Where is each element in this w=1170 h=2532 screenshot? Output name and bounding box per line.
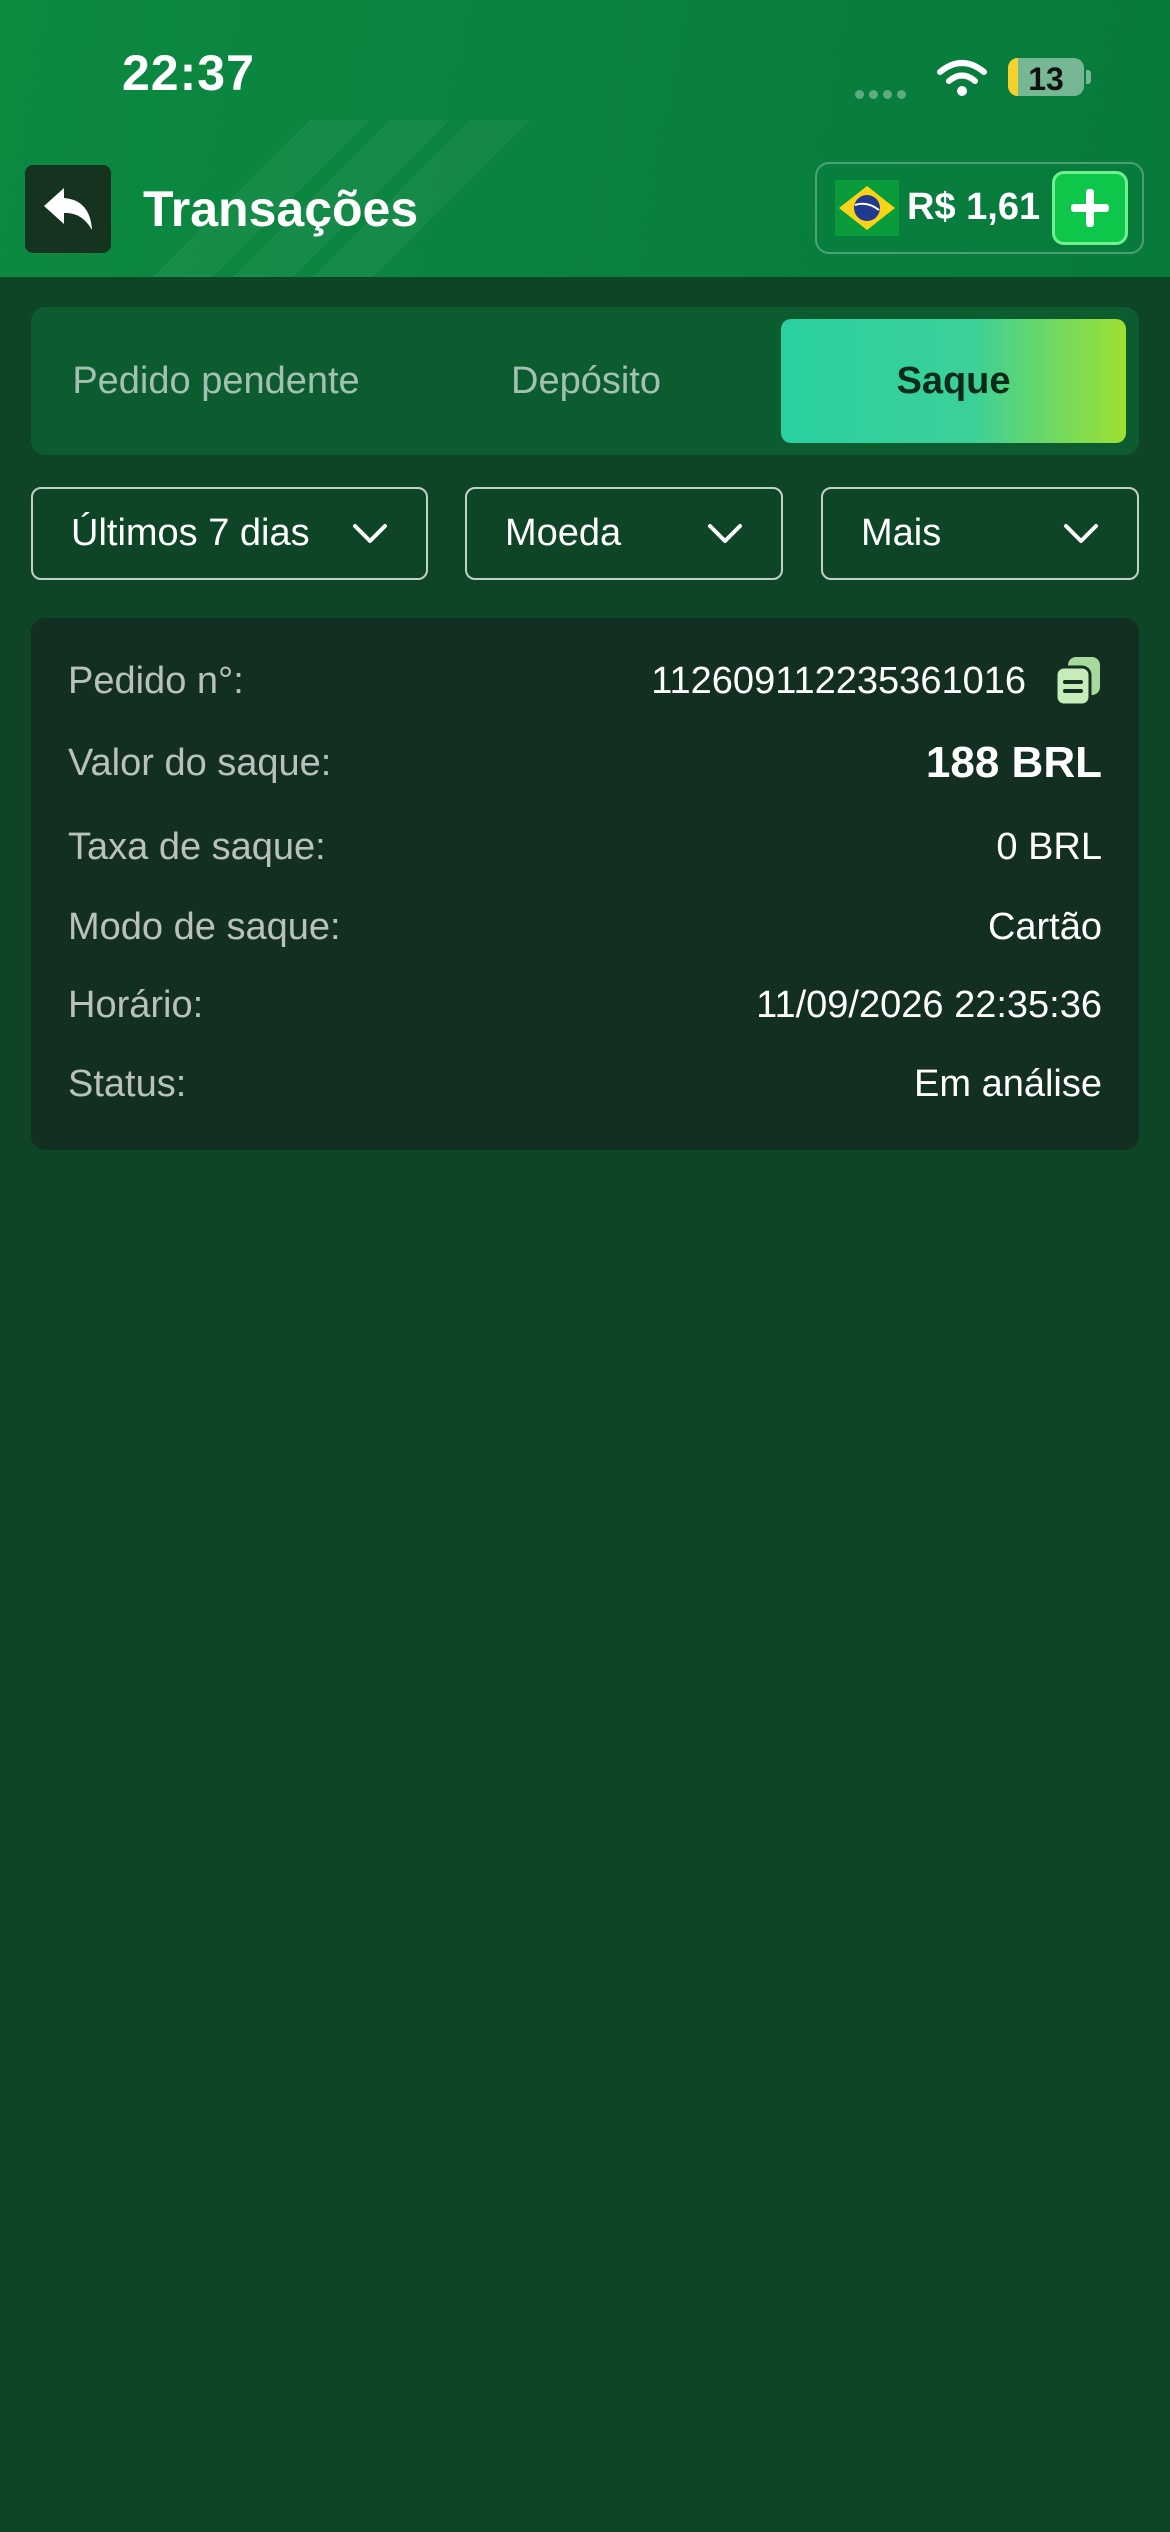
order-number-row: Pedido n°: 112609112235361016 [68,651,1102,711]
withdrawal-mode-row: Modo de saque: Cartão [68,897,1102,957]
chevron-down-icon [353,523,387,543]
chevron-down-icon [1064,523,1098,543]
tab-deposit[interactable]: Depósito [401,319,771,443]
more-filter-dropdown[interactable]: Mais [821,487,1139,580]
status-label: Status: [68,1062,187,1105]
plus-icon [1071,189,1109,227]
tab-pending-orders[interactable]: Pedido pendente [31,319,401,443]
wifi-icon [937,60,987,96]
order-number-value: 112609112235361016 [651,655,1102,707]
transaction-type-tabs: Pedido pendente Depósito Saque [31,307,1139,455]
page-title: Transações [143,181,419,237]
battery-tip [1086,70,1091,84]
cellular-signal-icon [855,86,915,99]
tab-withdrawal[interactable]: Saque [781,319,1126,443]
chevron-down-icon [708,523,742,543]
period-filter-dropdown[interactable]: Últimos 7 dias [31,487,428,580]
currency-filter-dropdown[interactable]: Moeda [465,487,783,580]
withdrawal-fee-row: Taxa de saque: 0 BRL [68,817,1102,877]
more-filter-label: Mais [861,512,942,554]
time-row: Horário: 11/09/2026 22:35:36 [68,975,1102,1035]
status-row: Status: Em análise [68,1054,1102,1114]
app-header: 22:37 13 Transações R$ 1,61 [0,0,1170,277]
withdrawal-amount-label: Valor do saque: [68,741,332,784]
withdrawal-mode-label: Modo de saque: [68,905,341,948]
order-number-text: 112609112235361016 [651,659,1026,702]
deposit-add-button[interactable] [1052,171,1128,245]
status-value: Em análise [914,1062,1102,1105]
brazil-flag-icon [835,180,899,236]
period-filter-label: Últimos 7 dias [71,512,310,554]
balance-amount: R$ 1,61 [907,186,1041,228]
status-time: 22:37 [122,45,255,101]
order-number-label: Pedido n°: [68,659,244,702]
back-arrow-icon [44,188,92,230]
battery-level: 13 [1028,61,1064,96]
withdrawal-amount-value: 188 BRL [925,738,1102,787]
time-label: Horário: [68,983,204,1026]
transaction-card: Pedido n°: 112609112235361016 Valor do s… [31,618,1139,1150]
currency-filter-label: Moeda [505,512,622,554]
withdrawal-mode-value: Cartão [987,905,1102,948]
withdrawal-fee-label: Taxa de saque: [68,825,326,868]
copy-icon[interactable] [1054,655,1102,707]
withdrawal-amount-row: Valor do saque: 188 BRL [68,733,1102,793]
balance-widget[interactable]: R$ 1,61 [815,162,1144,254]
time-value: 11/09/2026 22:35:36 [756,983,1102,1026]
withdrawal-fee-value: 0 BRL [996,825,1102,868]
back-button[interactable] [25,165,111,253]
battery-icon: 13 [1008,58,1084,96]
